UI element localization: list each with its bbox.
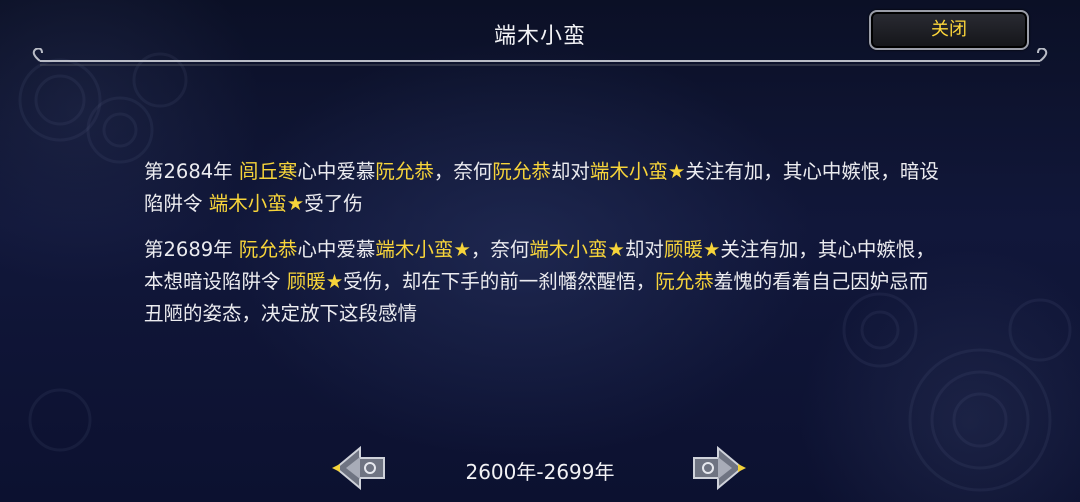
character-name: 阮允恭: [492, 160, 551, 183]
event-entry: 第2684年 闾丘寒心中爱慕阮允恭，奈何阮允恭却对端木小蛮★关注有加，其心中嫉恨…: [144, 156, 944, 220]
event-text: ，奈何: [470, 238, 530, 261]
event-text: ，奈何: [433, 160, 493, 183]
event-text: 第2684年: [144, 160, 239, 183]
close-button[interactable]: 关闭: [869, 10, 1029, 50]
header-divider: [32, 48, 1048, 66]
character-name: 顾暖★: [286, 270, 344, 293]
character-name: 闾丘寒: [238, 160, 298, 183]
character-name: 阮允恭: [238, 238, 298, 261]
character-name: 顾暖★: [663, 238, 721, 261]
character-name: 端木小蛮★: [375, 238, 471, 261]
next-period-button[interactable]: [688, 440, 748, 496]
character-name: 阮允恭: [655, 270, 714, 293]
event-text: 受了伤: [304, 192, 363, 215]
period-range-label: 2600年-2699年: [465, 460, 615, 484]
character-name: 阮允恭: [375, 160, 434, 183]
event-text: 心中爱慕: [297, 238, 376, 261]
character-name: 端木小蛮★: [589, 160, 686, 183]
event-text: 第2689年: [144, 238, 239, 261]
ornate-arrow-right-icon: [693, 445, 746, 491]
history-log: 第2684年 闾丘寒心中爱慕阮允恭，奈何阮允恭却对端木小蛮★关注有加，其心中嫉恨…: [144, 156, 944, 344]
character-name: 端木小蛮★: [208, 192, 305, 215]
event-entry: 第2689年 阮允恭心中爱慕端木小蛮★，奈何端木小蛮★却对顾暖★关注有加，其心中…: [144, 234, 944, 330]
event-text: 却对: [550, 160, 590, 183]
event-text: 却对: [624, 238, 664, 261]
character-name: 端木小蛮★: [529, 238, 625, 261]
event-text: 心中爱慕: [297, 160, 376, 183]
event-text: 受伤，却在下手的前一刹幡然醒悟，: [343, 270, 656, 293]
